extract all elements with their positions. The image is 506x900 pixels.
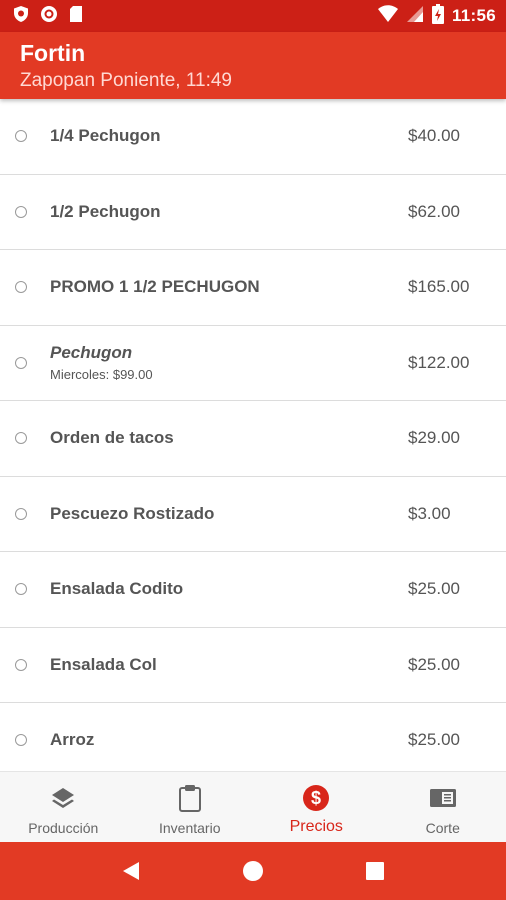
svg-text:$: $ <box>311 788 321 808</box>
tab-inventario[interactable]: Inventario <box>127 772 254 842</box>
status-system: 11:56 <box>377 3 496 29</box>
shield-icon <box>12 5 30 28</box>
list-item[interactable]: Pescuezo Rostizado $3.00 <box>0 477 506 552</box>
item-price: $25.00 <box>408 730 460 750</box>
radio-button[interactable] <box>15 658 27 671</box>
item-name: Ensalada Codito <box>50 579 184 599</box>
app-bar: Fortin Zapopan Poniente, 11:49 <box>0 32 506 99</box>
clipboard-icon <box>176 784 204 812</box>
tab-corte[interactable]: Corte <box>380 772 506 842</box>
radio-button[interactable] <box>15 281 27 294</box>
list-item[interactable]: 1/2 Pechugon $62.00 <box>0 175 506 250</box>
recents-button[interactable] <box>355 851 395 891</box>
item-price: $62.00 <box>408 201 460 221</box>
item-name: Pescuezo Rostizado <box>50 503 215 523</box>
list-item[interactable]: Orden de tacos $29.00 <box>0 401 506 477</box>
list-item[interactable]: 1/4 Pechugon $40.00 <box>0 99 506 175</box>
radio-button[interactable] <box>15 583 27 596</box>
radio-button[interactable] <box>15 130 27 143</box>
price-list[interactable]: 1/4 Pechugon $40.00 1/2 Pechugon $62.00 … <box>0 99 506 771</box>
item-name: 1/4 Pechugon <box>50 126 161 146</box>
sd-card-icon <box>68 5 84 28</box>
signal-icon <box>406 5 424 28</box>
page-subtitle: Zapopan Poniente, 11:49 <box>20 70 232 91</box>
list-item[interactable]: PROMO 1 1/2 PECHUGON $165.00 <box>0 250 506 326</box>
item-price: $40.00 <box>408 126 460 146</box>
receipt-icon <box>429 784 457 812</box>
record-icon <box>40 5 58 28</box>
back-button[interactable] <box>111 851 151 891</box>
radio-button[interactable] <box>15 205 27 218</box>
list-item[interactable]: Pechugon Miercoles: $99.00 $122.00 <box>0 326 506 401</box>
home-circle-icon <box>243 861 263 881</box>
tab-label: Producción <box>28 820 99 836</box>
item-name: Ensalada Col <box>50 654 157 674</box>
tab-label: Corte <box>425 820 460 836</box>
item-name: Arroz <box>50 730 95 750</box>
item-price: $25.00 <box>408 654 460 674</box>
bottom-nav: Producción Inventario $ Precios Corte <box>0 771 506 842</box>
item-name: 1/2 Pechugon <box>50 201 161 221</box>
radio-button[interactable] <box>15 734 27 747</box>
radio-button[interactable] <box>15 356 27 369</box>
item-price: $122.00 <box>408 352 470 372</box>
back-triangle-icon <box>123 862 139 880</box>
layers-icon <box>49 784 77 812</box>
item-name: Pechugon <box>50 343 133 363</box>
item-price: $29.00 <box>408 428 460 448</box>
tab-label: Precios <box>289 818 343 835</box>
status-time: 11:56 <box>451 6 496 25</box>
tab-label: Inventario <box>159 820 221 836</box>
tab-precios[interactable]: $ Precios <box>253 772 380 842</box>
dollar-circle-icon: $ <box>302 784 330 812</box>
item-name: Orden de tacos <box>50 428 174 448</box>
recents-square-icon <box>366 862 384 880</box>
item-note: Miercoles: $99.00 <box>50 367 153 383</box>
item-price: $3.00 <box>408 503 451 523</box>
item-name: PROMO 1 1/2 PECHUGON <box>50 277 260 297</box>
page-title: Fortin <box>20 40 86 66</box>
item-price: $25.00 <box>408 579 460 599</box>
battery-charging-icon <box>431 3 444 29</box>
list-item[interactable]: Ensalada Col $25.00 <box>0 628 506 703</box>
list-item[interactable]: Ensalada Codito $25.00 <box>0 552 506 628</box>
home-button[interactable] <box>233 851 273 891</box>
item-price: $165.00 <box>408 277 470 297</box>
wifi-icon <box>377 4 398 28</box>
list-item[interactable]: Arroz $25.00 <box>0 703 506 771</box>
radio-button[interactable] <box>15 507 27 520</box>
radio-button[interactable] <box>15 432 27 445</box>
system-nav-bar <box>0 842 506 900</box>
tab-produccion[interactable]: Producción <box>0 772 127 842</box>
status-bar: 11:56 <box>0 0 506 32</box>
status-notifications <box>12 5 84 28</box>
